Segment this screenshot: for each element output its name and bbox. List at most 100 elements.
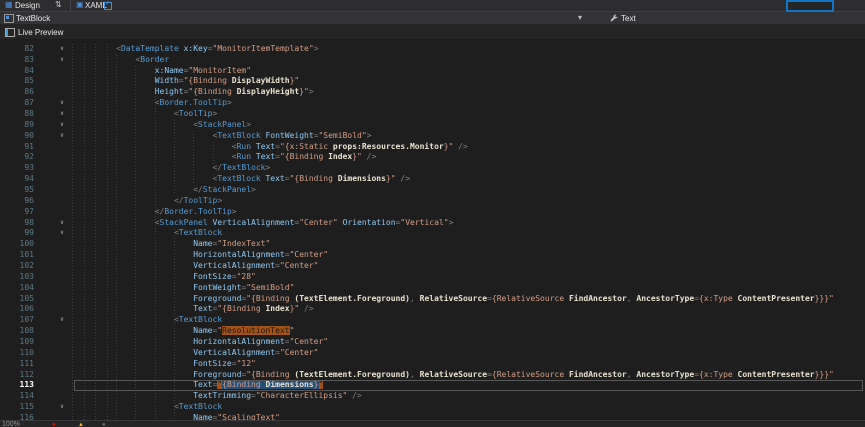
code-line-87[interactable]: 87∨<Border.ToolTip> [0,98,865,109]
tab-design[interactable]: Design [15,1,40,10]
code-line-101[interactable]: 101 HorizontalAlignment="Center" [0,250,865,261]
fold-chevron-icon[interactable]: ∨ [56,109,68,120]
code-line-99[interactable]: 99∨<TextBlock [0,228,865,239]
warning-icon[interactable]: ▲ [78,421,84,427]
code-text: <Border [68,55,169,66]
code-line-88[interactable]: 88∨<ToolTip> [0,109,865,120]
code-line-82[interactable]: 82∨<DataTemplate x:Key="MonitorItemTempl… [0,44,865,55]
code-line-95[interactable]: 95</StackPanel> [0,185,865,196]
code-text: Width="{Binding DisplayWidth}" [68,76,299,87]
line-number[interactable]: 96 [0,196,34,207]
line-number[interactable]: 94 [0,174,34,185]
line-number[interactable]: 83 [0,55,34,66]
code-line-102[interactable]: 102VerticalAlignment="Center" [0,261,865,272]
code-line-96[interactable]: 96</ToolTip> [0,196,865,207]
code-line-108[interactable]: 108Name="ResolutionText" [0,326,865,337]
line-number[interactable]: 100 [0,239,34,250]
code-line-109[interactable]: 109 HorizontalAlignment="Center" [0,337,865,348]
line-number[interactable]: 116 [0,413,34,420]
line-number[interactable]: 98 [0,218,34,229]
code-line-97[interactable]: 97</Border.ToolTip> [0,207,865,218]
code-line-94[interactable]: 94<TextBlock Text="{Binding Dimensions}"… [0,174,865,185]
code-line-111[interactable]: 111FontSize="12" [0,359,865,370]
code-editor[interactable]: 82∨<DataTemplate x:Key="MonitorItemTempl… [0,39,865,420]
code-line-110[interactable]: 110VerticalAlignment="Center" [0,348,865,359]
code-text: HorizontalAlignment="Center" [68,250,328,261]
code-line-98[interactable]: 98∨<StackPanel VerticalAlignment="Center… [0,218,865,229]
line-number[interactable]: 111 [0,359,34,370]
fold-chevron-icon[interactable]: ∨ [56,55,68,66]
code-line-103[interactable]: 103FontSize="28" [0,272,865,283]
fold-chevron-icon[interactable]: ∨ [56,228,68,239]
code-line-100[interactable]: 100 Name="IndexText" [0,239,865,250]
fold-chevron-icon[interactable]: ∨ [56,218,68,229]
line-number[interactable]: 103 [0,272,34,283]
code-line-89[interactable]: 89∨<StackPanel> [0,120,865,131]
line-number[interactable]: 104 [0,283,34,294]
code-line-84[interactable]: 84x:Name="MonitorItem" [0,66,865,77]
code-line-107[interactable]: 107∨<TextBlock [0,315,865,326]
code-line-106[interactable]: 106Text="{Binding Index}" /> [0,304,865,315]
code-line-116[interactable]: 116Name="ScalingText" [0,413,865,420]
fold-chevron-icon[interactable]: ∨ [56,120,68,131]
zoom-level[interactable]: 100% [2,421,20,427]
line-number[interactable]: 97 [0,207,34,218]
open-in-new-window-icon[interactable]: ↗ [104,2,112,10]
line-number[interactable]: 105 [0,294,34,305]
code-text: HorizontalAlignment="Center" [68,337,328,348]
code-line-90[interactable]: 90∨<TextBlock FontWeight="SemiBold"> [0,131,865,142]
focused-toolbar-button[interactable] [786,0,834,12]
line-number[interactable]: 101 [0,250,34,261]
line-number[interactable]: 109 [0,337,34,348]
line-number[interactable]: 95 [0,185,34,196]
fold-chevron-icon[interactable]: ∨ [56,315,68,326]
line-number[interactable]: 106 [0,304,34,315]
line-number[interactable]: 99 [0,228,34,239]
line-number[interactable]: 102 [0,261,34,272]
code-line-113[interactable]: 113Text="{Binding Dimensions}" [0,380,865,391]
code-text: Name="IndexText" [68,239,270,250]
line-number[interactable]: 113 [0,380,34,391]
line-number[interactable]: 82 [0,44,34,55]
code-line-92[interactable]: 92<Run Text="{Binding Index}" /> [0,152,865,163]
code-line-114[interactable]: 114TextTrimming="CharacterEllipsis" /> [0,391,865,402]
live-preview-label[interactable]: Live Preview [18,28,63,37]
code-line-86[interactable]: 86Height="{Binding DisplayHeight}"> [0,87,865,98]
line-number[interactable]: 91 [0,142,34,153]
breadcrumb-property[interactable]: Text [621,14,636,23]
line-number[interactable]: 110 [0,348,34,359]
line-number[interactable]: 89 [0,120,34,131]
line-number[interactable]: 86 [0,87,34,98]
tab-divider [70,0,71,11]
code-line-112[interactable]: 112Foreground="{Binding (TextElement.For… [0,370,865,381]
line-number[interactable]: 85 [0,76,34,87]
line-number[interactable]: 93 [0,163,34,174]
line-number[interactable]: 90 [0,131,34,142]
code-line-85[interactable]: 85 Width="{Binding DisplayWidth}" [0,76,865,87]
line-number[interactable]: 108 [0,326,34,337]
code-line-83[interactable]: 83 ∨<Border [0,55,865,66]
line-number[interactable]: 114 [0,391,34,402]
breadcrumb-element[interactable]: TextBlock [16,14,50,23]
fold-chevron-icon[interactable]: ∨ [56,131,68,142]
swap-panes-icon[interactable]: ⇅ [55,0,62,10]
xaml-editor-window: ▦ Design ⇅ ▣ XAML ↗ TextBlock ▾ Text Liv… [0,0,865,427]
line-number[interactable]: 87 [0,98,34,109]
code-line-104[interactable]: 104FontWeight="SemiBold" [0,283,865,294]
code-line-93[interactable]: 93</TextBlock> [0,163,865,174]
line-number[interactable]: 84 [0,66,34,77]
line-number[interactable]: 107 [0,315,34,326]
code-text: <TextBlock [68,402,222,413]
chevron-down-icon[interactable]: ▾ [578,13,582,22]
code-line-91[interactable]: 91<Run Text="{x:Static props:Resources.M… [0,142,865,153]
fold-chevron-icon[interactable]: ∨ [56,44,68,55]
code-line-115[interactable]: 115 ∨<TextBlock [0,402,865,413]
line-number[interactable]: 88 [0,109,34,120]
code-line-105[interactable]: 105Foreground="{Binding (TextElement.For… [0,294,865,305]
fold-chevron-icon[interactable]: ∨ [56,98,68,109]
line-number[interactable]: 92 [0,152,34,163]
error-icon[interactable]: ● [52,421,56,427]
fold-chevron-icon[interactable]: ∨ [56,402,68,413]
line-number[interactable]: 112 [0,370,34,381]
line-number[interactable]: 115 [0,402,34,413]
